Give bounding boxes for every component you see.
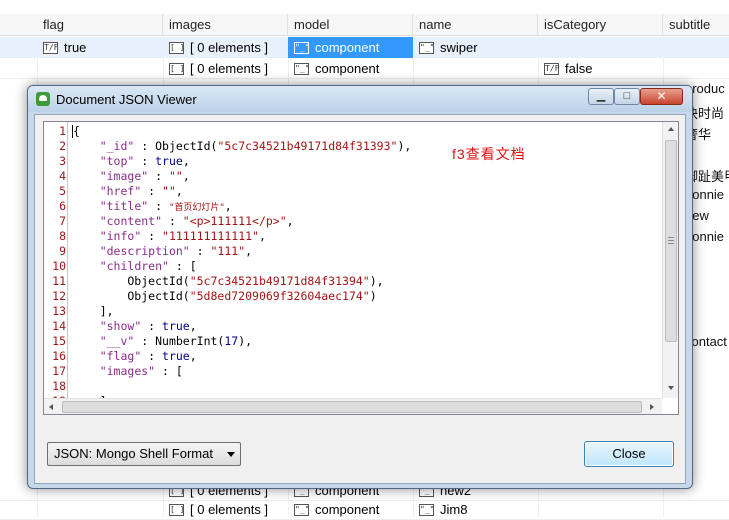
line-number: 7 [59,214,66,228]
code-line: "content" : "<p>111111</p>", [99,214,294,228]
code-line: ObjectId("5d8ed7209069f32604aec174") [72,289,377,303]
line-number: 15 [52,334,66,348]
code-line: "href" : "", [99,184,183,198]
code-line: { [72,124,80,138]
dialog-title: Document JSON Viewer [56,92,197,107]
scrollbar-thumb[interactable] [665,140,677,342]
scroll-up-icon[interactable] [668,127,674,131]
minimize-button[interactable]: ▁ [588,88,614,105]
maximize-button[interactable]: □ [614,88,640,105]
annotation-text: f3查看文档 [452,146,526,162]
line-number: 3 [59,154,66,168]
line-number: 18 [52,379,66,393]
line-number: 5 [59,184,66,198]
table-row[interactable]: T/F true [ ][ 0 elements ] "_" component "… [0,37,729,58]
line-number: 16 [52,349,66,363]
code-line: "show" : true, [99,319,197,333]
line-number: 8 [59,229,66,243]
array-icon: [ ] [169,503,185,516]
line-number: 9 [59,244,66,258]
column-header-flag[interactable]: flag [37,14,163,36]
line-number: 6 [59,199,66,213]
code-line: ObjectId("5c7c34521b49171d84f31394"), [72,274,384,288]
line-number-gutter: 1 2 3 4 5 6 7 8 9 10 11 12 13 14 15 16 1… [44,122,68,408]
code-line: "info" : "111111111111", [99,229,266,243]
column-header-images[interactable]: images [163,14,288,36]
string-icon: "_" [294,41,310,54]
scroll-right-icon[interactable] [650,404,654,410]
dialog-content: 1 2 3 4 5 6 7 8 9 10 11 12 13 14 15 16 1… [34,114,686,484]
close-button[interactable]: Close [584,441,674,467]
scrollbar-thumb[interactable] [62,401,642,413]
json-code[interactable]: { "_id" : ObjectId("5c7c34521b49171d84f3… [72,122,662,408]
column-header-iscategory[interactable]: isCategory [538,14,663,36]
array-icon: [ ] [169,41,185,54]
app-logo-icon [36,92,50,106]
code-line: "flag" : true, [99,349,197,363]
model-cell[interactable]: "_" component [288,37,413,58]
images-cell[interactable]: [ ][ 0 elements ] [163,58,288,79]
dialog-titlebar[interactable]: Document JSON Viewer ▁ □ ✕ [28,86,692,112]
code-line: "_id" : ObjectId("5c7c34521b49171d84f313… [99,139,412,153]
line-number: 2 [59,139,66,153]
table-row[interactable]: [ ][ 0 elements ] "_" component T/F false [0,58,729,79]
scroll-left-icon[interactable] [49,404,53,410]
horizontal-scrollbar[interactable] [44,398,662,414]
boolean-icon: T/F [43,41,59,54]
column-header-name[interactable]: name [413,14,538,36]
code-line: "top" : true, [99,154,190,168]
boolean-icon: T/F [544,62,560,75]
line-number: 10 [52,259,66,273]
json-editor[interactable]: 1 2 3 4 5 6 7 8 9 10 11 12 13 14 15 16 1… [43,121,679,415]
string-icon: "_" [419,41,435,54]
line-number: 17 [52,364,66,378]
chevron-down-icon [227,452,235,457]
code-line: "images" : [ [99,364,183,378]
model-cell[interactable]: "_" component [288,58,413,79]
format-select[interactable]: JSON: Mongo Shell Format [47,442,241,466]
line-number: 14 [52,319,66,333]
code-line: "image" : "", [99,169,190,183]
string-icon: "_" [294,62,310,75]
vertical-scrollbar[interactable] [662,122,678,398]
code-line: "children" : [ [99,259,197,273]
images-cell[interactable]: [ ][ 0 elements ] [163,37,288,58]
code-line: "description" : "111", [99,244,253,258]
name-cell[interactable]: "_" swiper [413,37,538,58]
line-number: 11 [52,274,66,288]
grid-header: flag images model name isCategory subtit… [0,14,729,36]
code-line: "__v" : NumberInt(17), [99,334,253,348]
format-select-value: JSON: Mongo Shell Format [54,446,213,461]
line-number: 1 [59,124,66,138]
line-number: 4 [59,169,66,183]
line-number: 12 [52,289,66,303]
string-icon: "_" [419,503,435,516]
flag-cell[interactable]: T/F true [37,37,163,58]
iscategory-cell[interactable]: T/F false [538,58,663,79]
code-line: ], [72,304,114,318]
column-header-subtitle[interactable]: subtitle [663,14,729,36]
line-number: 13 [52,304,66,318]
scroll-down-icon[interactable] [668,386,674,390]
array-icon: [ ] [169,62,185,75]
column-header-model[interactable]: model [288,14,413,36]
close-window-button[interactable]: ✕ [640,88,683,105]
json-viewer-dialog: Document JSON Viewer ▁ □ ✕ 1 2 3 4 5 6 7… [27,85,693,489]
string-icon: "_" [294,503,310,516]
